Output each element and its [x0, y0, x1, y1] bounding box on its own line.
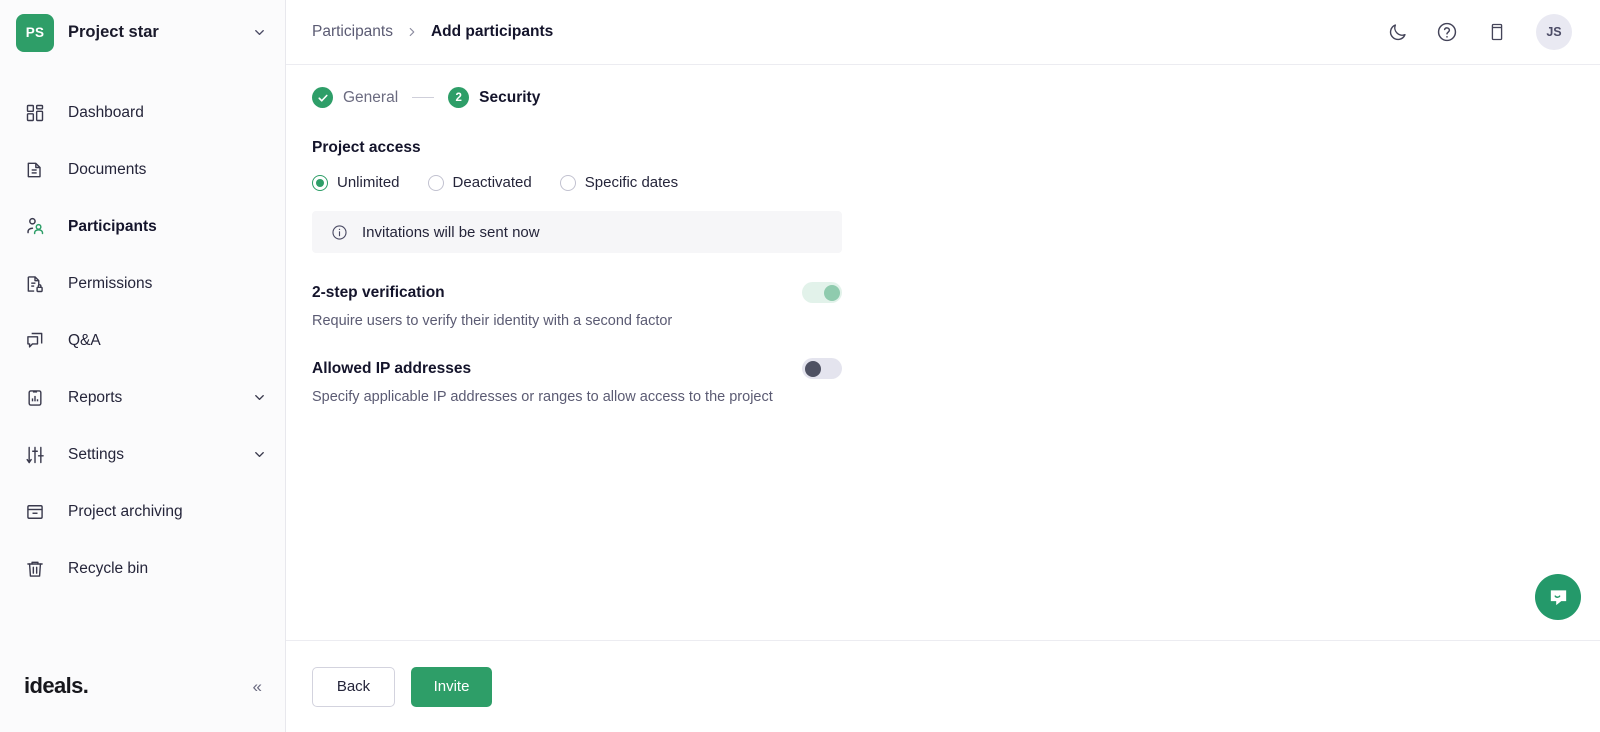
chat-copy-icon — [24, 330, 46, 352]
sidebar-item-label: Settings — [68, 445, 125, 463]
toggle-knob — [804, 360, 821, 377]
step-general[interactable]: General — [312, 87, 398, 108]
toggle-allowed-ip-addresses[interactable] — [802, 358, 842, 379]
setting-allowed-ip-addresses: Allowed IP addresses Specify applicable … — [312, 358, 842, 405]
sidebar: PS Project star Dashboard Documents Part… — [0, 0, 286, 732]
sidebar-item-recycle-bin[interactable]: Recycle bin — [0, 540, 285, 597]
wizard-footer: Back Invite — [286, 640, 1600, 732]
sidebar-item-label: Q&A — [68, 331, 101, 349]
sidebar-item-label: Participants — [68, 217, 157, 235]
sidebar-footer: ideals. « — [0, 640, 285, 732]
project-access-title: Project access — [312, 139, 421, 156]
step-label: General — [343, 88, 399, 106]
document-icon — [24, 159, 46, 181]
project-access-radio-group: Unlimited Deactivated Specific dates — [312, 174, 1574, 191]
dark-mode-icon[interactable] — [1382, 17, 1412, 47]
sidebar-item-label: Recycle bin — [68, 559, 149, 577]
setting-header: Allowed IP addresses — [312, 358, 842, 379]
sidebar-item-label: Project archiving — [68, 502, 183, 520]
app-root: PS Project star Dashboard Documents Part… — [0, 0, 1600, 732]
toggle-2-step-verification[interactable] — [802, 282, 842, 303]
breadcrumb: Participants Add participants — [312, 23, 1382, 41]
setting-title: Allowed IP addresses — [312, 359, 472, 377]
step-number: 2 — [448, 87, 470, 108]
setting-header: 2-step verification — [312, 282, 842, 303]
participants-icon — [24, 216, 46, 238]
back-button[interactable]: Back — [312, 666, 395, 707]
sidebar-item-documents[interactable]: Documents — [0, 141, 285, 198]
setting-title: 2-step verification — [312, 283, 445, 301]
archive-box-icon — [24, 501, 46, 523]
dashboard-grid-icon — [24, 102, 46, 124]
page-title: Add participants — [430, 23, 554, 40]
ideals-logo: ideals. — [24, 673, 89, 698]
radio-option-unlimited[interactable]: Unlimited — [312, 174, 400, 191]
chevron-down-icon[interactable] — [252, 447, 267, 462]
info-circle-icon — [331, 224, 348, 241]
chevron-right-icon — [405, 25, 419, 39]
main-area: Participants Add participants JS General… — [286, 0, 1600, 732]
toggle-knob — [823, 284, 840, 301]
info-banner-text: Invitations will be sent now — [362, 223, 540, 241]
sidebar-item-dashboard[interactable]: Dashboard — [0, 84, 285, 141]
chat-bubble-icon — [1547, 586, 1570, 609]
radio-indicator[interactable] — [312, 174, 328, 191]
trash-icon — [24, 558, 46, 580]
chevron-down-icon[interactable] — [252, 390, 267, 405]
avatar[interactable]: JS — [1536, 14, 1572, 50]
invite-button[interactable]: Invite — [411, 666, 492, 707]
project-name: Project star — [68, 23, 159, 41]
chat-support-button[interactable] — [1535, 574, 1581, 620]
document-lock-icon — [24, 273, 46, 295]
step-label: Security — [479, 88, 541, 106]
sidebar-item-label: Dashboard — [68, 103, 144, 121]
chevron-down-icon[interactable] — [252, 25, 267, 40]
content-panel: General 2 Security Project access Unlimi… — [286, 65, 1600, 640]
sidebar-item-participants[interactable]: Participants — [0, 198, 285, 255]
info-banner: Invitations will be sent now — [312, 211, 842, 253]
topbar-actions: JS — [1382, 14, 1572, 50]
radio-label: Unlimited — [337, 174, 400, 191]
sidebar-item-qa[interactable]: Q&A — [0, 312, 285, 369]
setting-description: Specify applicable IP addresses or range… — [312, 389, 773, 405]
topbar: Participants Add participants JS — [286, 0, 1600, 65]
sidebar-item-label: Reports — [68, 388, 123, 406]
project-badge: PS — [16, 13, 54, 52]
project-switcher[interactable]: PS Project star — [0, 0, 285, 65]
sidebar-item-reports[interactable]: Reports — [0, 369, 285, 426]
sidebar-item-project-archiving[interactable]: Project archiving — [0, 483, 285, 540]
radio-option-deactivated[interactable]: Deactivated — [427, 174, 532, 191]
radio-indicator[interactable] — [559, 174, 576, 191]
sidebar-item-label: Documents — [68, 160, 147, 178]
radio-indicator[interactable] — [427, 174, 444, 191]
wizard-stepper: General 2 Security — [312, 87, 1574, 108]
sidebar-nav: Dashboard Documents Participants Permiss… — [0, 84, 285, 597]
radio-label: Specific dates — [584, 174, 679, 191]
setting-2-step-verification: 2-step verification Require users to ver… — [312, 282, 842, 329]
step-connector — [412, 96, 435, 99]
sidebar-item-label: Permissions — [68, 274, 153, 292]
sidebar-item-permissions[interactable]: Permissions — [0, 255, 285, 312]
help-circle-icon[interactable] — [1432, 17, 1462, 47]
mobile-device-icon[interactable] — [1482, 17, 1512, 47]
report-chart-icon — [24, 387, 46, 409]
sliders-icon — [24, 444, 46, 466]
step-complete-check-icon — [312, 87, 333, 108]
collapse-sidebar-button[interactable]: « — [251, 674, 263, 699]
sidebar-item-settings[interactable]: Settings — [0, 426, 285, 483]
step-security[interactable]: 2 Security — [448, 87, 540, 108]
radio-option-specific-dates[interactable]: Specific dates — [559, 174, 679, 191]
radio-label: Deactivated — [452, 174, 532, 191]
breadcrumb-participants[interactable]: Participants — [312, 23, 393, 41]
setting-description: Require users to verify their identity w… — [312, 313, 673, 329]
